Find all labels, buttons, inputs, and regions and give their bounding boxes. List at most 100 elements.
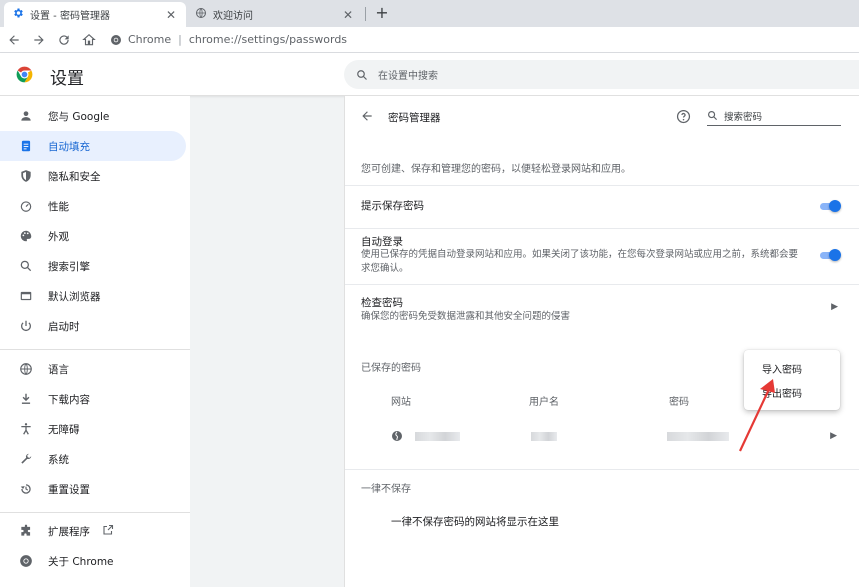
blurred-password: [667, 432, 729, 441]
chrome-logo-icon: [16, 66, 33, 83]
sidebar-divider: [0, 349, 190, 350]
section-title: 密码管理器: [388, 112, 441, 124]
shield-icon: [18, 168, 34, 184]
sidebar-item-label: 语言: [48, 363, 69, 376]
arrow-left-icon: [9, 34, 19, 45]
column-header-username: 用户名: [529, 397, 559, 408]
sidebar-item-about-chrome[interactable]: 关于 Chrome: [0, 546, 186, 576]
sidebar-item-label: 搜索引擎: [48, 260, 90, 273]
sidebar-item-label: 系统: [48, 453, 69, 466]
sidebar-item-label: 扩展程序: [48, 525, 90, 538]
sidebar-item-label: 隐私和安全: [48, 170, 101, 183]
never-saved-empty-text: 一律不保存密码的网站将显示在这里: [391, 516, 559, 528]
column-header-password: 密码: [669, 397, 689, 408]
never-saved-label: 一律不保存: [361, 484, 411, 495]
back-arrow-button[interactable]: [360, 109, 374, 127]
search-icon: [708, 111, 718, 121]
globe-icon: [195, 7, 207, 22]
sidebar-item-languages[interactable]: 语言: [0, 354, 186, 384]
sidebar-item-accessibility[interactable]: 无障碍: [0, 414, 186, 444]
palette-icon: [18, 228, 34, 244]
forward-button[interactable]: [28, 29, 50, 51]
sidebar-item-label: 您与 Google: [48, 110, 110, 123]
tab-welcome[interactable]: 欢迎访问 ✕: [187, 2, 363, 27]
sidebar-item-search-engine[interactable]: 搜索引擎: [0, 251, 186, 281]
puzzle-icon: [18, 523, 34, 539]
check-passwords-row[interactable]: 检查密码 确保您的密码免受数据泄露和其他安全问题的侵害 ▶: [345, 284, 859, 328]
help-icon[interactable]: [676, 109, 691, 124]
chevron-right-icon[interactable]: ▶: [830, 431, 837, 441]
browser-icon: [18, 288, 34, 304]
address-bar[interactable]: Chrome | chrome://settings/passwords: [110, 33, 347, 46]
speedometer-icon: [18, 198, 34, 214]
chrome-icon: [18, 553, 34, 569]
tab-separator: [365, 7, 366, 21]
offer-to-save-row[interactable]: 提示保存密码: [345, 185, 859, 228]
auto-signin-toggle[interactable]: [818, 248, 842, 262]
settings-search-input[interactable]: 在设置中搜索: [344, 60, 859, 89]
sidebar-item-label: 外观: [48, 230, 69, 243]
chrome-icon: [111, 34, 121, 45]
gear-icon: [12, 7, 24, 22]
sidebar-item-label: 无障碍: [48, 423, 80, 436]
sidebar-item-system[interactable]: 系统: [0, 444, 186, 474]
intro-text: 您可创建、保存和管理您的密码，以便轻松登录网站和应用。: [361, 164, 631, 175]
close-icon[interactable]: ✕: [164, 8, 178, 22]
password-manager-card: 密码管理器 搜索密码 您可创建、保存和管理您的密码，以便轻松登录网站和应用。 提…: [344, 96, 859, 587]
auto-signin-title: 自动登录: [361, 236, 403, 248]
sidebar-item-label: 默认浏览器: [48, 290, 101, 303]
column-header-website: 网站: [391, 397, 411, 408]
search-icon: [357, 69, 367, 80]
sidebar-item-autofill[interactable]: 自动填充: [0, 131, 186, 161]
close-icon[interactable]: ✕: [341, 8, 355, 22]
home-button[interactable]: [78, 29, 100, 51]
sidebar-item-privacy[interactable]: 隐私和安全: [0, 161, 186, 191]
sidebar-item-performance[interactable]: 性能: [0, 191, 186, 221]
reload-icon: [59, 34, 69, 45]
new-tab-button[interactable]: +: [372, 3, 392, 23]
settings-sidebar: 您与 Google 自动填充 隐私和安全 性能 外观 搜索引擎 默认浏览器 启动…: [0, 96, 190, 587]
address-separator: |: [178, 33, 182, 46]
site-label: Chrome: [128, 33, 172, 46]
offer-to-save-title: 提示保存密码: [361, 200, 424, 212]
tab-strip: 设置 - 密码管理器 ✕ 欢迎访问 ✕ +: [0, 0, 859, 27]
sidebar-item-label: 关于 Chrome: [48, 555, 114, 568]
tab-title: 欢迎访问: [213, 11, 253, 22]
sidebar-divider: [0, 512, 190, 513]
menu-item-import-passwords[interactable]: 导入密码: [762, 361, 802, 376]
url-text[interactable]: chrome://settings/passwords: [189, 33, 347, 46]
password-search-input[interactable]: 搜索密码: [707, 106, 841, 126]
sidebar-item-extensions[interactable]: 扩展程序: [0, 516, 186, 546]
saved-passwords-label: 已保存的密码: [361, 363, 421, 374]
blurred-username: [531, 432, 557, 441]
sidebar-item-reset[interactable]: 重置设置: [0, 474, 186, 504]
power-icon: [18, 318, 34, 334]
sidebar-item-label: 启动时: [48, 320, 80, 333]
sidebar-item-label: 性能: [48, 200, 69, 213]
sidebar-item-you-and-google[interactable]: 您与 Google: [0, 101, 186, 131]
globe-icon: [18, 361, 34, 377]
tab-settings-passwords[interactable]: 设置 - 密码管理器 ✕: [4, 2, 186, 27]
clipboard-icon: [18, 138, 34, 154]
search-icon: [18, 258, 34, 274]
restore-icon: [18, 481, 34, 497]
sidebar-item-on-startup[interactable]: 启动时: [0, 311, 186, 341]
back-button[interactable]: [3, 29, 25, 51]
tab-title: 设置 - 密码管理器: [30, 11, 110, 22]
blurred-website[interactable]: [415, 432, 460, 441]
auto-signin-description: 使用已保存的凭据自动登录网站和应用。如果关闭了该功能，在您每次登录网站或应用之前…: [361, 249, 799, 274]
wrench-icon: [18, 451, 34, 467]
search-placeholder: 在设置中搜索: [378, 71, 438, 82]
check-passwords-description: 确保您的密码免受数据泄露和其他安全问题的侵害: [361, 311, 571, 322]
auto-signin-row[interactable]: 自动登录 使用已保存的凭据自动登录网站和应用。如果关闭了该功能，在您每次登录网站…: [345, 228, 859, 284]
arrow-left-icon: [362, 111, 372, 121]
settings-header: 设置 在设置中搜索: [0, 53, 859, 96]
offer-to-save-toggle[interactable]: [818, 199, 842, 213]
sidebar-item-downloads[interactable]: 下载内容: [0, 384, 186, 414]
sidebar-item-label: 下载内容: [48, 393, 90, 406]
browser-toolbar: Chrome | chrome://settings/passwords: [0, 27, 859, 53]
reload-button[interactable]: [53, 29, 75, 51]
sidebar-item-default-browser[interactable]: 默认浏览器: [0, 281, 186, 311]
sidebar-item-appearance[interactable]: 外观: [0, 221, 186, 251]
person-icon: [18, 108, 34, 124]
